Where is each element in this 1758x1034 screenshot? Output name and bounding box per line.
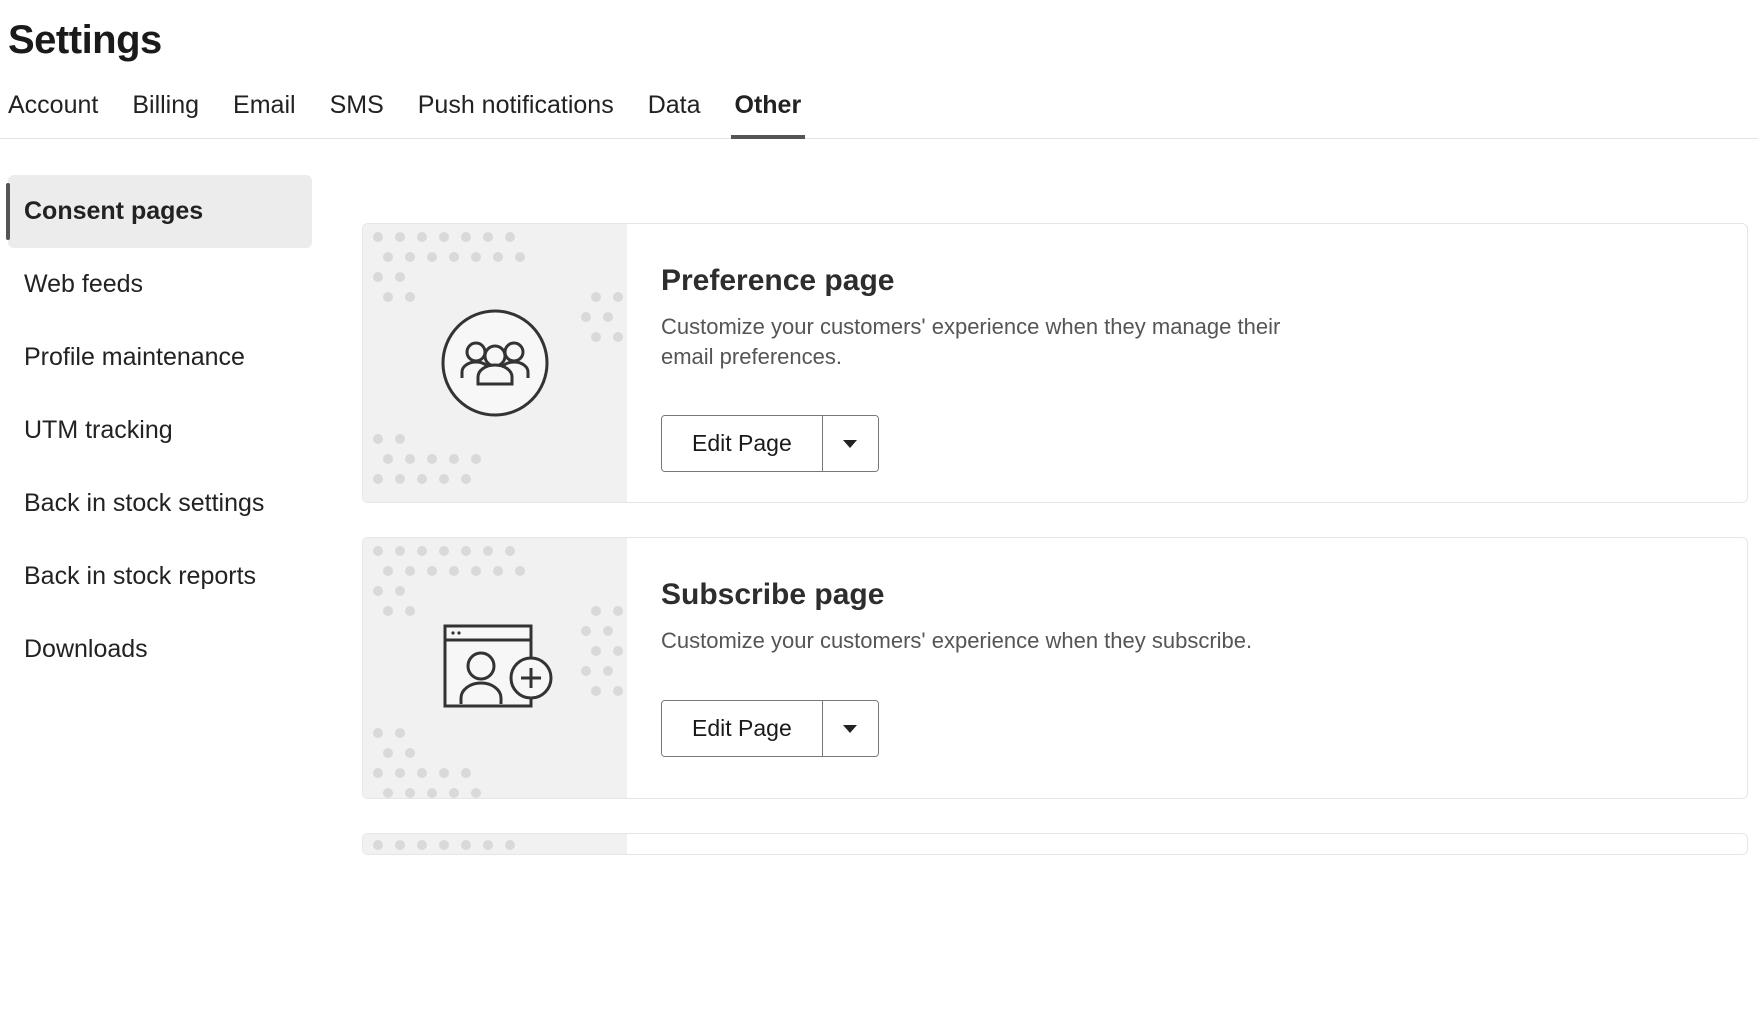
- user-add-browser-icon: [435, 618, 555, 718]
- sidebar-item-utm-tracking[interactable]: UTM tracking: [8, 394, 312, 467]
- card-description: Customize your customers' experience whe…: [661, 312, 1321, 371]
- tab-account[interactable]: Account: [8, 91, 98, 138]
- tabs-nav: Account Billing Email SMS Push notificat…: [0, 63, 1758, 139]
- tab-push-notifications[interactable]: Push notifications: [418, 91, 614, 138]
- card-title: Subscribe page: [661, 578, 1713, 612]
- sidebar-item-consent-pages[interactable]: Consent pages: [8, 175, 312, 248]
- card-subscribe-page: Subscribe page Customize your customers'…: [362, 537, 1748, 799]
- card-illustration: [363, 224, 627, 502]
- decorative-dots: [363, 834, 627, 854]
- card-partial: [362, 833, 1748, 855]
- tab-data[interactable]: Data: [648, 91, 701, 138]
- sidebar-item-back-in-stock-reports[interactable]: Back in stock reports: [8, 540, 312, 613]
- card-title: Preference page: [661, 264, 1713, 298]
- card-illustration: [363, 538, 627, 798]
- tab-billing[interactable]: Billing: [132, 91, 199, 138]
- caret-down-icon: [842, 439, 858, 449]
- edit-page-split-button: Edit Page: [661, 415, 879, 472]
- edit-page-button[interactable]: Edit Page: [662, 701, 822, 756]
- edit-page-split-button: Edit Page: [661, 700, 879, 757]
- main-content: Preference page Customize your customers…: [312, 175, 1758, 855]
- card-illustration: [363, 834, 627, 854]
- sidebar: Consent pages Web feeds Profile maintena…: [0, 175, 312, 855]
- sidebar-item-profile-maintenance[interactable]: Profile maintenance: [8, 321, 312, 394]
- card-description: Customize your customers' experience whe…: [661, 626, 1321, 656]
- card-preference-page: Preference page Customize your customers…: [362, 223, 1748, 503]
- tab-sms[interactable]: SMS: [330, 91, 384, 138]
- sidebar-item-downloads[interactable]: Downloads: [8, 613, 312, 686]
- sidebar-item-web-feeds[interactable]: Web feeds: [8, 248, 312, 321]
- tab-other[interactable]: Other: [735, 91, 802, 138]
- edit-page-button[interactable]: Edit Page: [662, 416, 822, 471]
- caret-down-icon: [842, 724, 858, 734]
- edit-page-dropdown-button[interactable]: [822, 701, 878, 756]
- people-group-icon: [440, 308, 550, 418]
- sidebar-item-back-in-stock-settings[interactable]: Back in stock settings: [8, 467, 312, 540]
- edit-page-dropdown-button[interactable]: [822, 416, 878, 471]
- page-title: Settings: [0, 0, 1758, 63]
- tab-email[interactable]: Email: [233, 91, 296, 138]
